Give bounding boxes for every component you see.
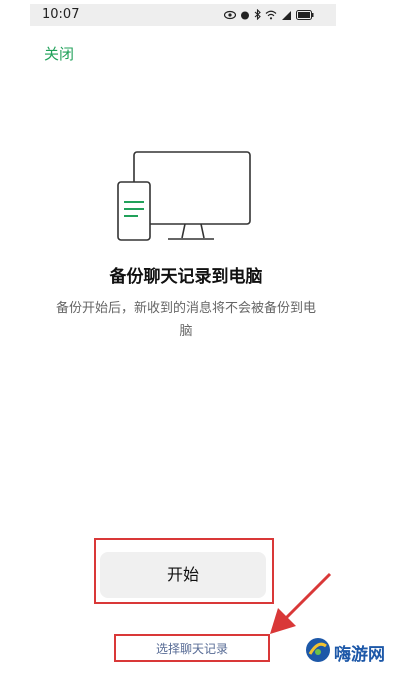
close-button[interactable]: 关闭: [44, 43, 74, 64]
battery-icon: [296, 9, 314, 20]
status-time: 10:07: [42, 7, 80, 22]
status-icons: [224, 9, 314, 20]
page-title: 备份聊天记录到电脑: [109, 267, 263, 287]
bluetooth-icon: [254, 9, 261, 20]
monitor-icon: [133, 151, 251, 225]
start-button[interactable]: 开始: [100, 552, 266, 598]
pc-backup-illustration: [110, 150, 260, 249]
watermark-text: 嗨游网: [334, 645, 385, 665]
alarm-icon: [240, 10, 250, 20]
eye-icon: [224, 10, 236, 20]
phone-icon: [117, 181, 151, 241]
page-description: 备份开始后，新收到的消息将不会被备份到电脑: [55, 301, 316, 339]
select-chat-records-link[interactable]: 选择聊天记录: [116, 640, 268, 657]
signal-icon: [281, 10, 292, 20]
wifi-icon: [265, 10, 277, 20]
annotation-arrow: [270, 572, 332, 634]
status-bar: 10:07: [30, 4, 336, 26]
watermark: 嗨游网: [304, 634, 412, 670]
watermark-logo-icon: [306, 638, 330, 662]
